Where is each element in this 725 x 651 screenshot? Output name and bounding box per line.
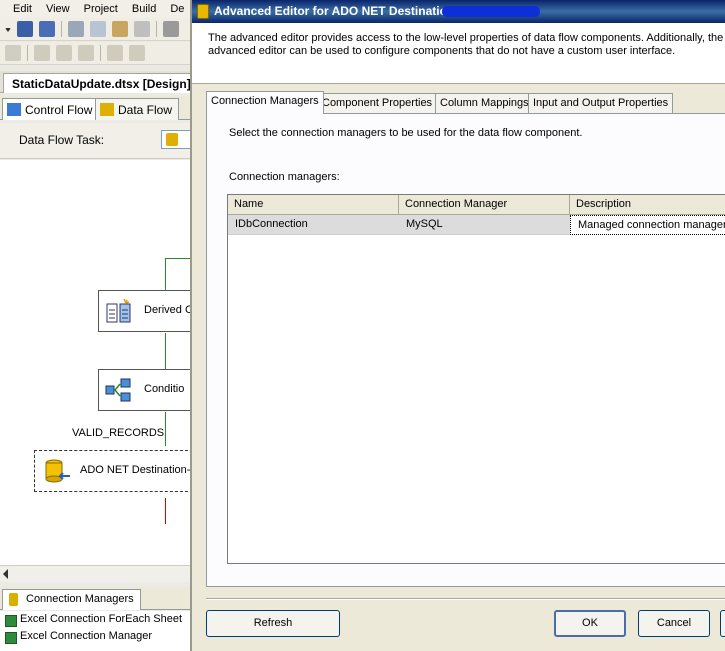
standard-toolbar: [0, 18, 195, 41]
destination-icon: [197, 4, 209, 19]
column-header-connection-manager[interactable]: Connection Manager: [399, 195, 570, 215]
data-flow-task-label: Data Flow Task:: [19, 133, 105, 147]
table-row[interactable]: IDbConnection MySQL Managed connection m…: [228, 215, 725, 235]
redacted-name: [442, 6, 540, 17]
connection-managers-list: Excel Connection ForEach Sheet Excel Con…: [0, 611, 195, 651]
conditional-split-component[interactable]: Conditio: [98, 369, 195, 411]
data-flow-icon: [100, 103, 114, 116]
connection-item-label: Excel Connection Manager: [20, 630, 153, 642]
ide-background: Edit View Project Build De StaticDataUpd…: [0, 0, 195, 651]
toolbar-separator: [61, 21, 62, 37]
list-item[interactable]: Excel Connection Manager: [4, 630, 152, 647]
dropdown-arrow-icon[interactable]: [5, 28, 11, 32]
connection-item-label: Excel Connection ForEach Sheet: [20, 613, 183, 625]
copy-icon[interactable]: [90, 21, 106, 37]
dialog-title-bar[interactable]: Advanced Editor for ADO NET Destination-: [192, 0, 725, 23]
tab-connection-managers[interactable]: Connection Managers: [206, 91, 324, 114]
advanced-editor-dialog: Advanced Editor for ADO NET Destination-…: [190, 0, 725, 651]
instruction-text: Select the connection managers to be use…: [229, 127, 583, 139]
connection-managers-label: Connection managers:: [229, 171, 340, 183]
help-button[interactable]: [720, 610, 725, 637]
menu-build[interactable]: Build: [125, 3, 163, 15]
ado-net-destination-label: ADO NET Destination-I: [80, 464, 194, 476]
cell-connection-manager[interactable]: MySQL: [399, 215, 570, 235]
excel-icon: [5, 615, 17, 627]
conditional-split-icon: [105, 378, 131, 402]
editor-tab-strip: Connection Managers Component Properties…: [206, 91, 725, 114]
connection-managers-panel: Select the connection managers to be use…: [206, 113, 725, 587]
delete-icon[interactable]: [134, 21, 150, 37]
dialog-title: Advanced Editor for ADO NET Destination-: [214, 4, 459, 18]
canvas-horizontal-scrollbar[interactable]: [0, 565, 195, 582]
toolbar-separator: [156, 21, 157, 37]
tab-control-flow-label: Control Flow: [25, 103, 93, 117]
paste-icon[interactable]: [112, 21, 128, 37]
refresh-button[interactable]: Refresh: [206, 610, 340, 637]
control-flow-icon: [7, 103, 21, 116]
designer-tab-bar: Control Flow Data Flow: [0, 96, 195, 120]
cell-name[interactable]: IDbConnection: [228, 215, 399, 235]
list-item[interactable]: Excel Connection ForEach Sheet: [4, 613, 182, 630]
connection-managers-tab-bar: Connection Managers: [0, 587, 195, 610]
grid-header: Name Connection Manager Description: [228, 195, 725, 215]
connection-manager-icon: [9, 593, 18, 606]
spacing-icon[interactable]: [107, 45, 123, 61]
path-derived-to-conditional: [165, 333, 166, 369]
tab-data-flow-label: Data Flow: [118, 103, 173, 117]
layout-toolbar: [0, 42, 195, 65]
align-icon[interactable]: [5, 45, 21, 61]
column-header-description[interactable]: Description: [570, 195, 725, 215]
menu-bar: Edit View Project Build De: [0, 0, 195, 18]
column-header-name[interactable]: Name: [228, 195, 399, 215]
derived-column-label: Derived C: [144, 304, 193, 316]
document-tab-bar: StaticDataUpdate.dtsx [Design]: [0, 71, 195, 93]
connection-managers-grid[interactable]: Name Connection Manager Description IDbC…: [227, 194, 725, 564]
ok-button[interactable]: OK: [554, 610, 626, 637]
save-all-icon[interactable]: [39, 21, 55, 37]
menu-edit[interactable]: Edit: [0, 3, 39, 15]
footer-separator: [206, 598, 725, 600]
toolbar-separator: [100, 45, 101, 61]
task-icon: [166, 133, 178, 146]
derived-column-component[interactable]: Derived C: [98, 290, 195, 332]
align-right-icon[interactable]: [78, 45, 94, 61]
tab-control-flow[interactable]: Control Flow: [2, 98, 100, 120]
tab-column-mappings[interactable]: Column Mappings: [435, 93, 534, 113]
undo-icon[interactable]: [163, 21, 179, 37]
tab-input-output-properties[interactable]: Input and Output Properties: [528, 93, 674, 113]
tab-connection-managers-label: Connection Managers: [26, 593, 134, 605]
scroll-left-icon[interactable]: [3, 569, 8, 579]
align-center-icon[interactable]: [56, 45, 72, 61]
error-output-path: [165, 498, 166, 524]
data-flow-task-row: Data Flow Task:: [0, 123, 195, 159]
align-left-icon[interactable]: [34, 45, 50, 61]
dialog-description: The advanced editor provides access to t…: [208, 32, 724, 57]
toolbar-separator: [27, 45, 28, 61]
excel-icon: [5, 632, 17, 644]
save-icon[interactable]: [17, 21, 33, 37]
order-icon[interactable]: [129, 45, 145, 61]
dialog-header: The advanced editor provides access to t…: [192, 23, 725, 84]
path-valid-records: [165, 412, 166, 446]
menu-project[interactable]: Project: [77, 3, 125, 15]
menu-view[interactable]: View: [39, 3, 77, 15]
menu-debug[interactable]: De: [163, 3, 191, 15]
data-flow-canvas[interactable]: Derived C Conditio VALID_RECORDS ADO NET…: [0, 160, 195, 565]
document-tab[interactable]: StaticDataUpdate.dtsx [Design]: [3, 73, 195, 93]
derived-column-icon: [106, 298, 131, 323]
ado-net-destination-icon: [45, 459, 70, 483]
incoming-path: [165, 258, 166, 294]
conditional-split-label: Conditio: [144, 383, 185, 395]
tab-connection-managers[interactable]: Connection Managers: [2, 589, 141, 610]
ado-net-destination-component[interactable]: ADO NET Destination-I: [34, 450, 195, 492]
cancel-button[interactable]: Cancel: [638, 610, 710, 637]
cell-description[interactable]: Managed connection manager: [570, 215, 725, 235]
path-label-valid-records: VALID_RECORDS: [72, 427, 165, 439]
tab-component-properties[interactable]: Component Properties: [317, 93, 438, 113]
cut-icon[interactable]: [68, 21, 84, 37]
tab-data-flow[interactable]: Data Flow: [95, 98, 180, 120]
